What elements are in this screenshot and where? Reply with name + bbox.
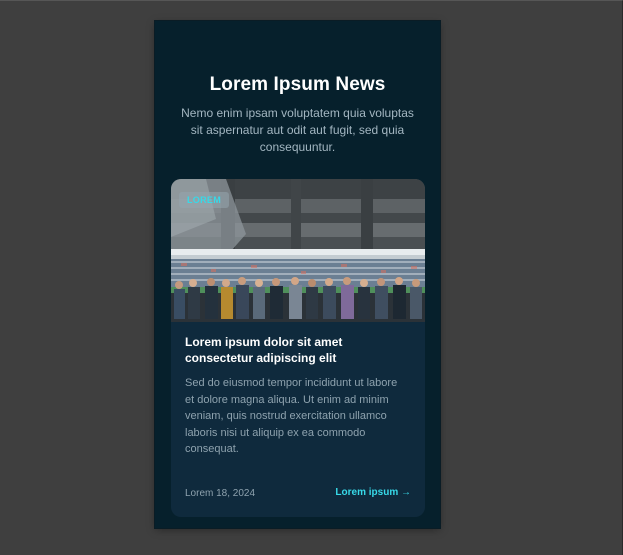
page-subtitle: Nemo enim ipsam voluptatem quia voluptas… [181,106,414,154]
page-title: Lorem Ipsum News [209,74,386,95]
card-image[interactable]: LOREM [171,179,425,322]
category-badge[interactable]: LOREM [179,192,229,208]
publish-date: Lorem 18, 2024 [185,488,256,499]
card-title[interactable]: Lorem ipsum dolor sit amet consectetur a… [185,334,411,366]
read-more-link[interactable]: Lorem ipsum → [335,487,411,498]
card-excerpt: Sed do eiusmod tempor incididunt ut labo… [185,377,398,456]
mobile-frame: Lorem Ipsum News Nemo enim ipsam volupta… [155,21,440,528]
news-card[interactable]: LOREM Lorem ipsum dolor sit amet consect… [171,179,425,517]
